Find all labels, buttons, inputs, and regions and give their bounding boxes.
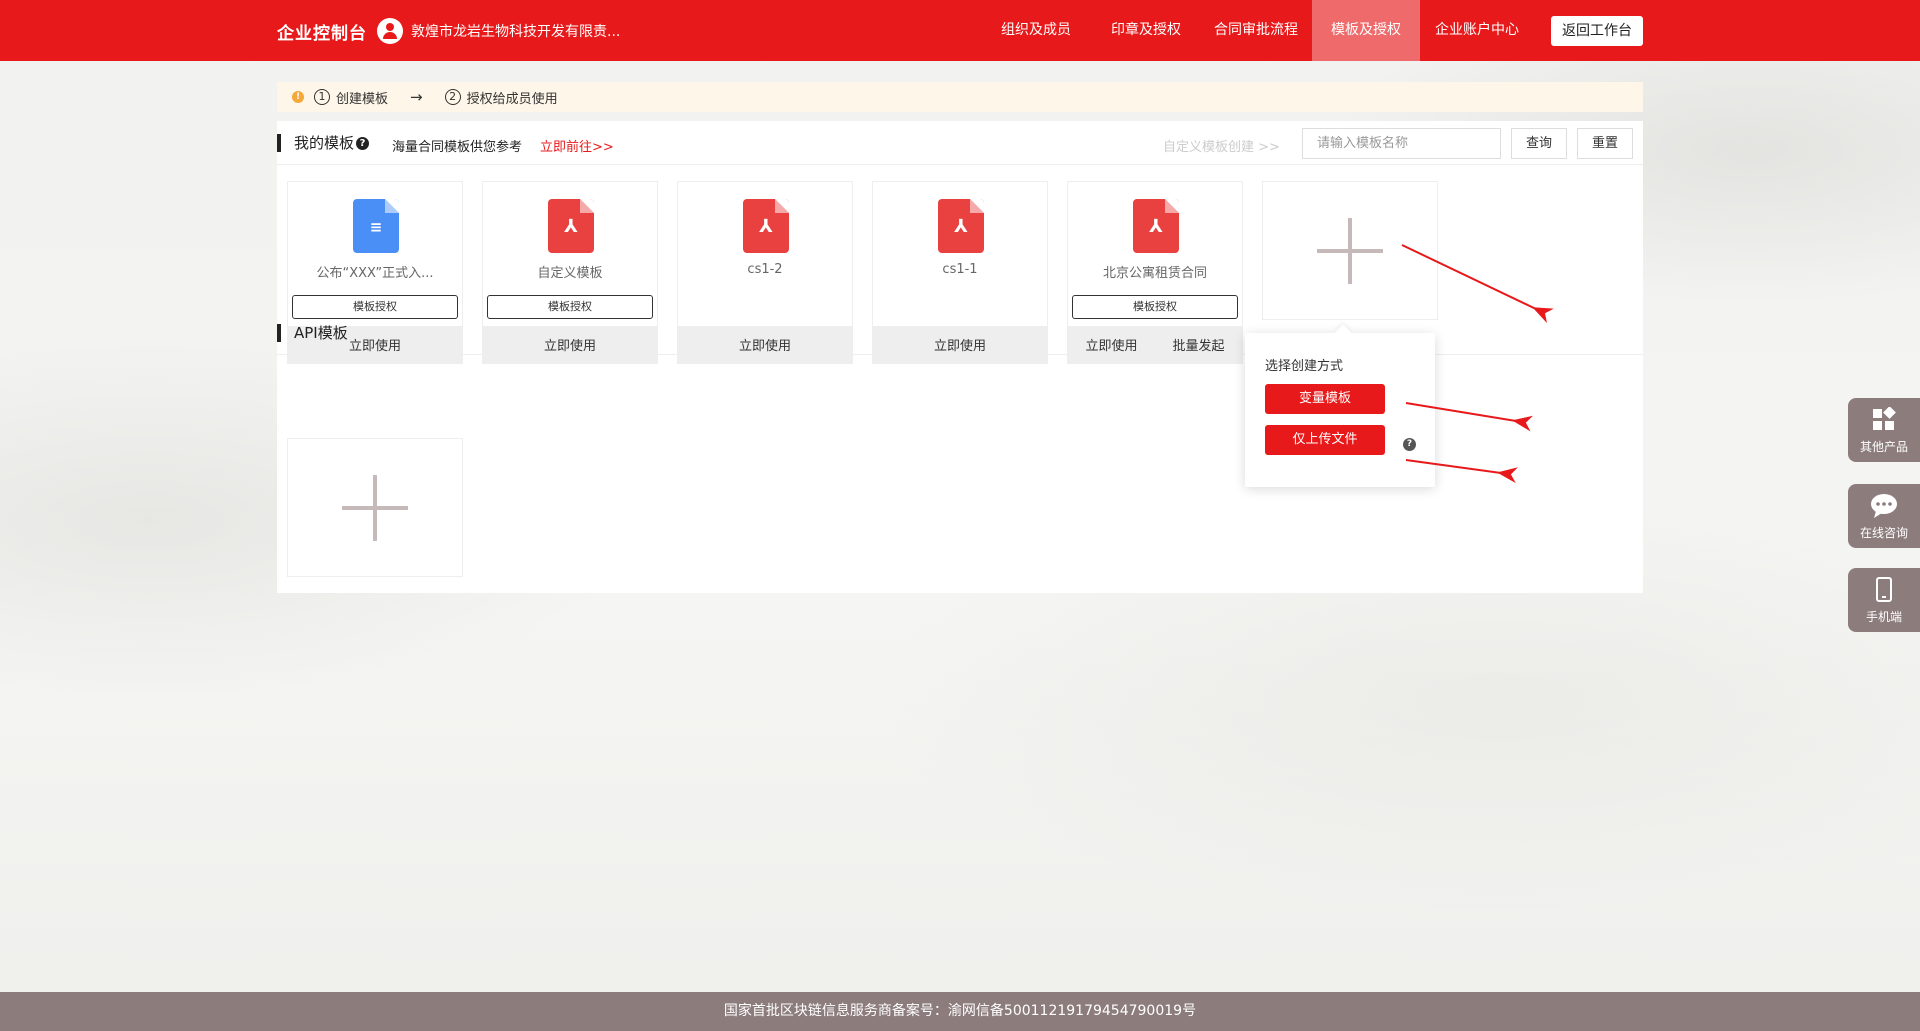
goto-templates-link[interactable]: 立即前往>> xyxy=(540,136,614,155)
section-title-text: API模板 xyxy=(294,324,348,342)
nav-template-auth[interactable]: 模板及授权 xyxy=(1312,0,1420,61)
nav-seal-auth[interactable]: 印章及授权 xyxy=(1095,0,1197,61)
other-products-button[interactable]: 其他产品 xyxy=(1848,398,1920,462)
mobile-button[interactable]: 手机端 xyxy=(1848,568,1920,632)
brand-title: 企业控制台 xyxy=(277,24,367,44)
template-name: 自定义模板 xyxy=(537,266,603,281)
nav-org-members[interactable]: 组织及成员 xyxy=(984,0,1088,61)
reference-text: 海量合同模板供您参考 xyxy=(392,140,523,155)
help-icon[interactable]: ? xyxy=(356,136,370,150)
template-name: 北京公寓租赁合同 xyxy=(1102,266,1207,281)
my-templates-title: 我的模板 ? xyxy=(277,134,370,152)
arrow-right-icon: → xyxy=(410,88,423,106)
add-api-template-card[interactable] xyxy=(287,438,463,577)
section-title-text: 我的模板 xyxy=(294,134,355,152)
online-consult-button[interactable]: 在线咨询 xyxy=(1848,484,1920,548)
company-switcher[interactable]: 敦煌市龙岩生物科技开发有限责... xyxy=(377,18,620,44)
top-navbar: 企业控制台 敦煌市龙岩生物科技开发有限责... 组织及成员 印章及授权 合同审批… xyxy=(0,0,1920,61)
template-name: 公布“XXX”正式入... xyxy=(316,266,434,281)
step-1-number: 1 xyxy=(314,89,330,105)
api-templates-title: API模板 xyxy=(277,324,348,342)
user-avatar-icon xyxy=(377,18,403,44)
api-templates-header: API模板 xyxy=(277,311,1643,355)
query-button[interactable]: 查询 xyxy=(1511,128,1567,159)
template-name: cs1-2 xyxy=(747,262,783,277)
pdf-icon: ⅄ xyxy=(938,199,984,253)
word-doc-icon: ≡ xyxy=(353,199,399,253)
chat-bubble-icon xyxy=(1848,493,1920,519)
create-method-popover: 选择创建方式 变量模板 仅上传文件 ? xyxy=(1245,333,1435,487)
nav-contract-approval[interactable]: 合同审批流程 xyxy=(1204,0,1308,61)
pdf-icon: ⅄ xyxy=(548,199,594,253)
my-templates-header: 我的模板 ? 海量合同模板供您参考 立即前往>> 自定义模板创建 >> 查询 重… xyxy=(277,121,1643,165)
plus-icon xyxy=(342,474,408,541)
pdf-icon: ⅄ xyxy=(1133,199,1179,253)
footer-record: 国家首批区块链信息服务商备案号：渝网信备50011219179454790019… xyxy=(0,992,1920,1031)
apps-grid-icon xyxy=(1848,406,1920,433)
side-label: 其他产品 xyxy=(1859,440,1908,454)
pdf-icon: ⅄ xyxy=(743,199,789,253)
company-name: 敦煌市龙岩生物科技开发有限责... xyxy=(411,24,621,40)
step-2-number: 2 xyxy=(444,89,461,105)
variable-template-button[interactable]: 变量模板 xyxy=(1265,384,1385,414)
template-search-input[interactable] xyxy=(1302,128,1501,159)
template-name: cs1-1 xyxy=(942,262,978,277)
side-label: 在线咨询 xyxy=(1859,526,1908,540)
plus-icon xyxy=(1317,217,1383,284)
templates-panel: 我的模板 ? 海量合同模板供您参考 立即前往>> 自定义模板创建 >> 查询 重… xyxy=(277,121,1643,593)
step-1-label: 创建模板 xyxy=(336,91,389,107)
steps-bar: ! 1 创建模板 → 2 授权给成员使用 xyxy=(277,82,1643,112)
add-template-card[interactable] xyxy=(1262,181,1438,320)
popover-title: 选择创建方式 xyxy=(1265,359,1344,374)
warning-icon: ! xyxy=(292,91,304,103)
mobile-phone-icon xyxy=(1848,577,1920,603)
help-icon[interactable]: ? xyxy=(1403,438,1416,451)
step-2-label: 授权给成员使用 xyxy=(466,91,558,107)
back-to-workbench-button[interactable]: 返回工作台 xyxy=(1551,16,1643,46)
reset-button[interactable]: 重置 xyxy=(1577,128,1633,159)
custom-create-link[interactable]: 自定义模板创建 >> xyxy=(1163,136,1280,155)
nav-account-center[interactable]: 企业账户中心 xyxy=(1425,0,1529,61)
side-label: 手机端 xyxy=(1865,610,1902,624)
upload-file-only-button[interactable]: 仅上传文件 xyxy=(1265,425,1385,455)
